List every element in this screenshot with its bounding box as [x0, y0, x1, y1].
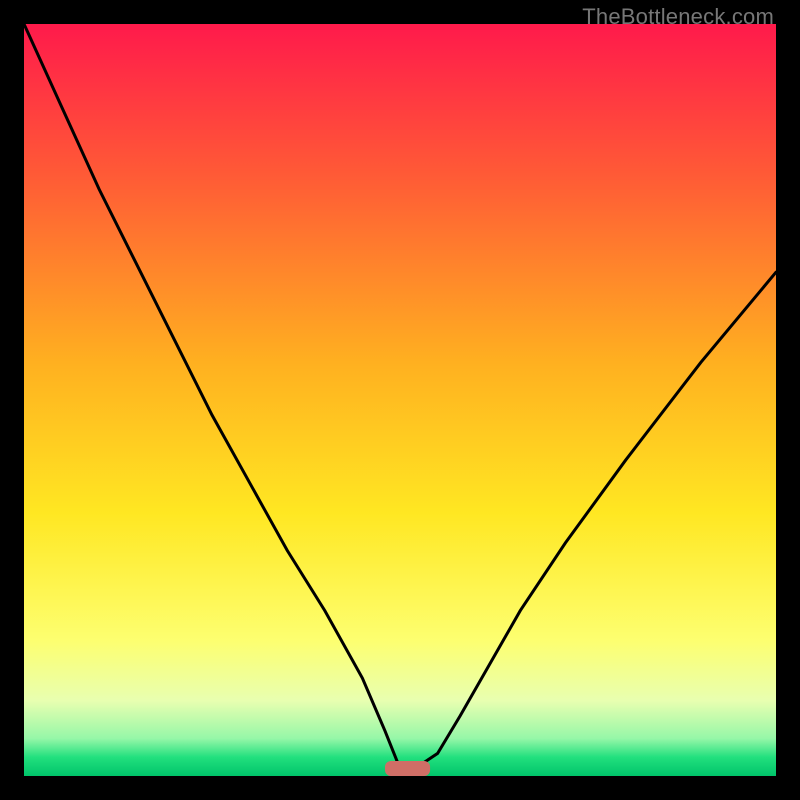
optimum-marker — [385, 761, 430, 776]
chart-svg — [0, 0, 800, 800]
plot-background — [24, 24, 776, 776]
bottleneck-chart: TheBottleneck.com — [0, 0, 800, 800]
